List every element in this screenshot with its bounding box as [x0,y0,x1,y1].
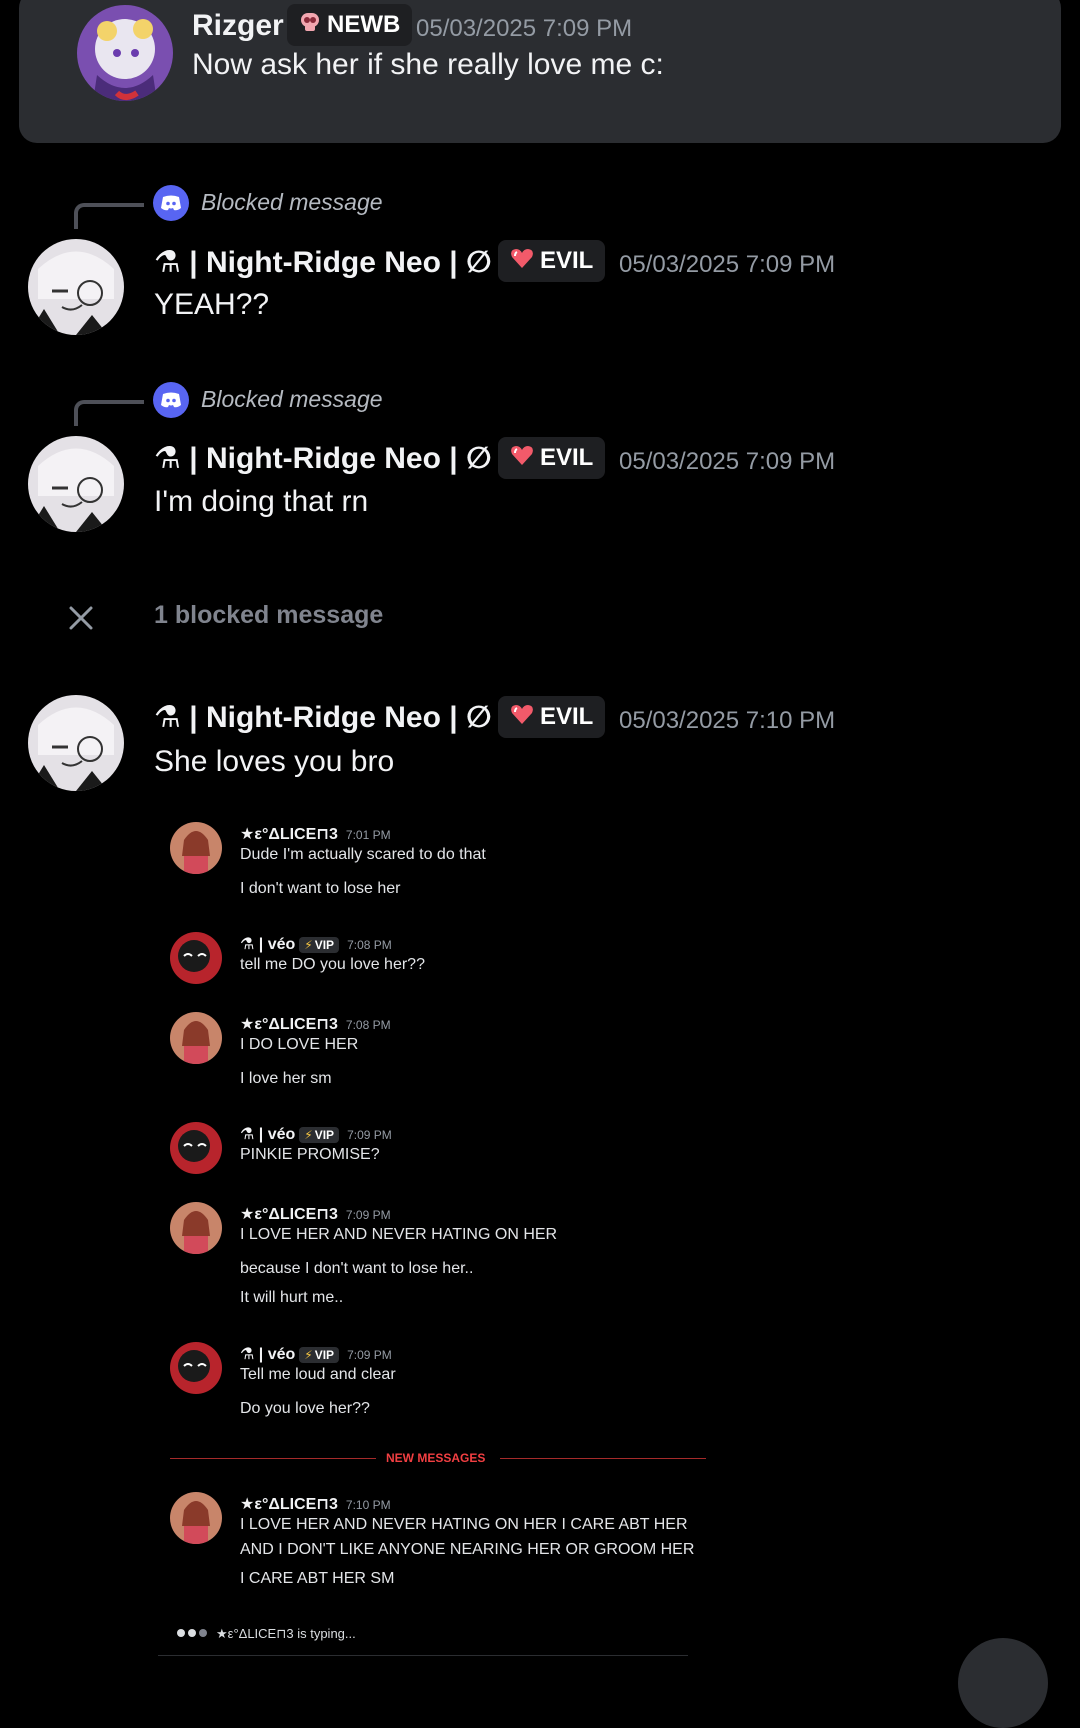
reply-connector [74,203,144,229]
embedded-author: ★ε°ΔLICE⊓3 7:09 PM [240,1206,391,1223]
username[interactable]: ⚗ | Night-Ridge Neo | ∅ [154,700,492,735]
role-tag-newb[interactable]: NEWB [287,4,413,46]
bolt-icon: ⚡ [304,1348,313,1362]
discord-icon [153,185,189,221]
blocked-messages-toggle[interactable]: 1 blocked message [154,601,383,630]
avatar-veo [170,932,222,984]
embedded-text: AND I DON'T LIKE ANYONE NEARING HER OR G… [240,1541,695,1558]
embedded-text: tell me DO you love her?? [240,956,425,973]
embedded-text: I CARE ABT HER SM [240,1570,395,1587]
embedded-author: ★ε°ΔLICE⊓3 7:10 PM [240,1496,391,1513]
avatar-rizger[interactable] [77,5,173,101]
avatar-veo [170,1122,222,1174]
heart-icon [510,444,534,473]
embedded-author: ⚗ | véo ⚡ VIP 7:09 PM [240,1346,392,1363]
embedded-text: Do you love her?? [240,1400,370,1417]
close-icon[interactable] [68,605,94,631]
embedded-text: Tell me loud and clear [240,1366,396,1383]
jump-to-present-button[interactable] [958,1638,1048,1728]
embedded-author: ⚗ | véo ⚡ VIP 7:09 PM [240,1126,392,1143]
reply-blocked-label[interactable]: Blocked message [201,386,383,413]
avatar-night-ridge-neo[interactable] [28,436,124,532]
embedded-text: I DO LOVE HER [240,1036,359,1053]
username[interactable]: ⚗ | Night-Ridge Neo | ∅ [154,245,492,280]
typing-dots-icon [176,1625,208,1643]
new-messages-divider-left [170,1458,376,1459]
embedded-text: I LOVE HER AND NEVER HATING ON HER I CAR… [240,1516,688,1533]
embedded-text: I don't want to lose her [240,880,401,897]
embedded-text: because I don't want to lose her.. [240,1260,474,1277]
role-tag-label: NEWB [327,11,401,38]
embedded-text: PINKIE PROMISE? [240,1146,380,1163]
bolt-icon: ⚡ [304,938,313,952]
role-tag-evil[interactable]: EVIL [498,437,606,479]
username[interactable]: ⚗ | Night-Ridge Neo | ∅ [154,441,492,476]
skull-icon [299,11,321,40]
discord-icon [153,382,189,418]
embedded-author: ★ε°ΔLICE⊓3 7:08 PM [240,1016,391,1033]
message-text: Now ask her if she really love me c: [192,48,664,81]
heart-icon [510,703,534,732]
typing-indicator: ★ε°ΔLICE⊓3 is typing... [176,1625,356,1643]
highlighted-message[interactable]: Rizger NEWB 05/03/2025 7:09 PM Now ask h… [19,0,1061,143]
avatar-alice [170,822,222,874]
embedded-text: I LOVE HER AND NEVER HATING ON HER [240,1226,558,1243]
username[interactable]: Rizger [192,9,284,43]
role-tag-label: EVIL [540,247,594,274]
timestamp: 05/03/2025 7:09 PM [619,251,836,278]
timestamp: 05/03/2025 7:09 PM [619,448,836,475]
role-tag-evil[interactable]: EVIL [498,240,606,282]
embedded-text: Dude I'm actually scared to do that [240,846,486,863]
bolt-icon: ⚡ [304,1128,313,1142]
new-messages-divider-right [500,1458,706,1459]
avatar-alice [170,1492,222,1544]
reply-blocked-label[interactable]: Blocked message [201,189,383,216]
embedded-text: I love her sm [240,1070,332,1087]
avatar-alice [170,1012,222,1064]
role-tag-label: EVIL [540,703,594,730]
new-messages-label: NEW MESSAGES [386,1451,486,1465]
typing-text: ★ε°ΔLICE⊓3 is typing... [216,1626,356,1641]
timestamp: 05/03/2025 7:10 PM [619,707,836,734]
role-tag-evil[interactable]: EVIL [498,696,606,738]
avatar-alice [170,1202,222,1254]
message-text: I'm doing that rn [154,485,369,518]
avatar-night-ridge-neo[interactable] [28,239,124,335]
embed-bottom-divider [158,1655,688,1656]
vip-badge: ⚡ VIP [299,937,340,953]
avatar-veo [170,1342,222,1394]
timestamp: 05/03/2025 7:09 PM [416,15,633,42]
reply-connector [74,400,144,426]
vip-badge: ⚡ VIP [299,1127,340,1143]
vip-badge: ⚡ VIP [299,1347,340,1363]
embedded-author: ⚗ | véo ⚡ VIP 7:08 PM [240,936,392,953]
role-tag-label: EVIL [540,444,594,471]
message-text: She loves you bro [154,745,395,778]
image-attachment[interactable]: ★ε°ΔLICE⊓3 7:01 PM Dude I'm actually scar… [158,812,720,1662]
heart-icon [510,247,534,276]
avatar-night-ridge-neo[interactable] [28,695,124,791]
message-text: YEAH?? [154,288,270,321]
embedded-text: It will hurt me.. [240,1289,344,1306]
embedded-author: ★ε°ΔLICE⊓3 7:01 PM [240,826,391,843]
